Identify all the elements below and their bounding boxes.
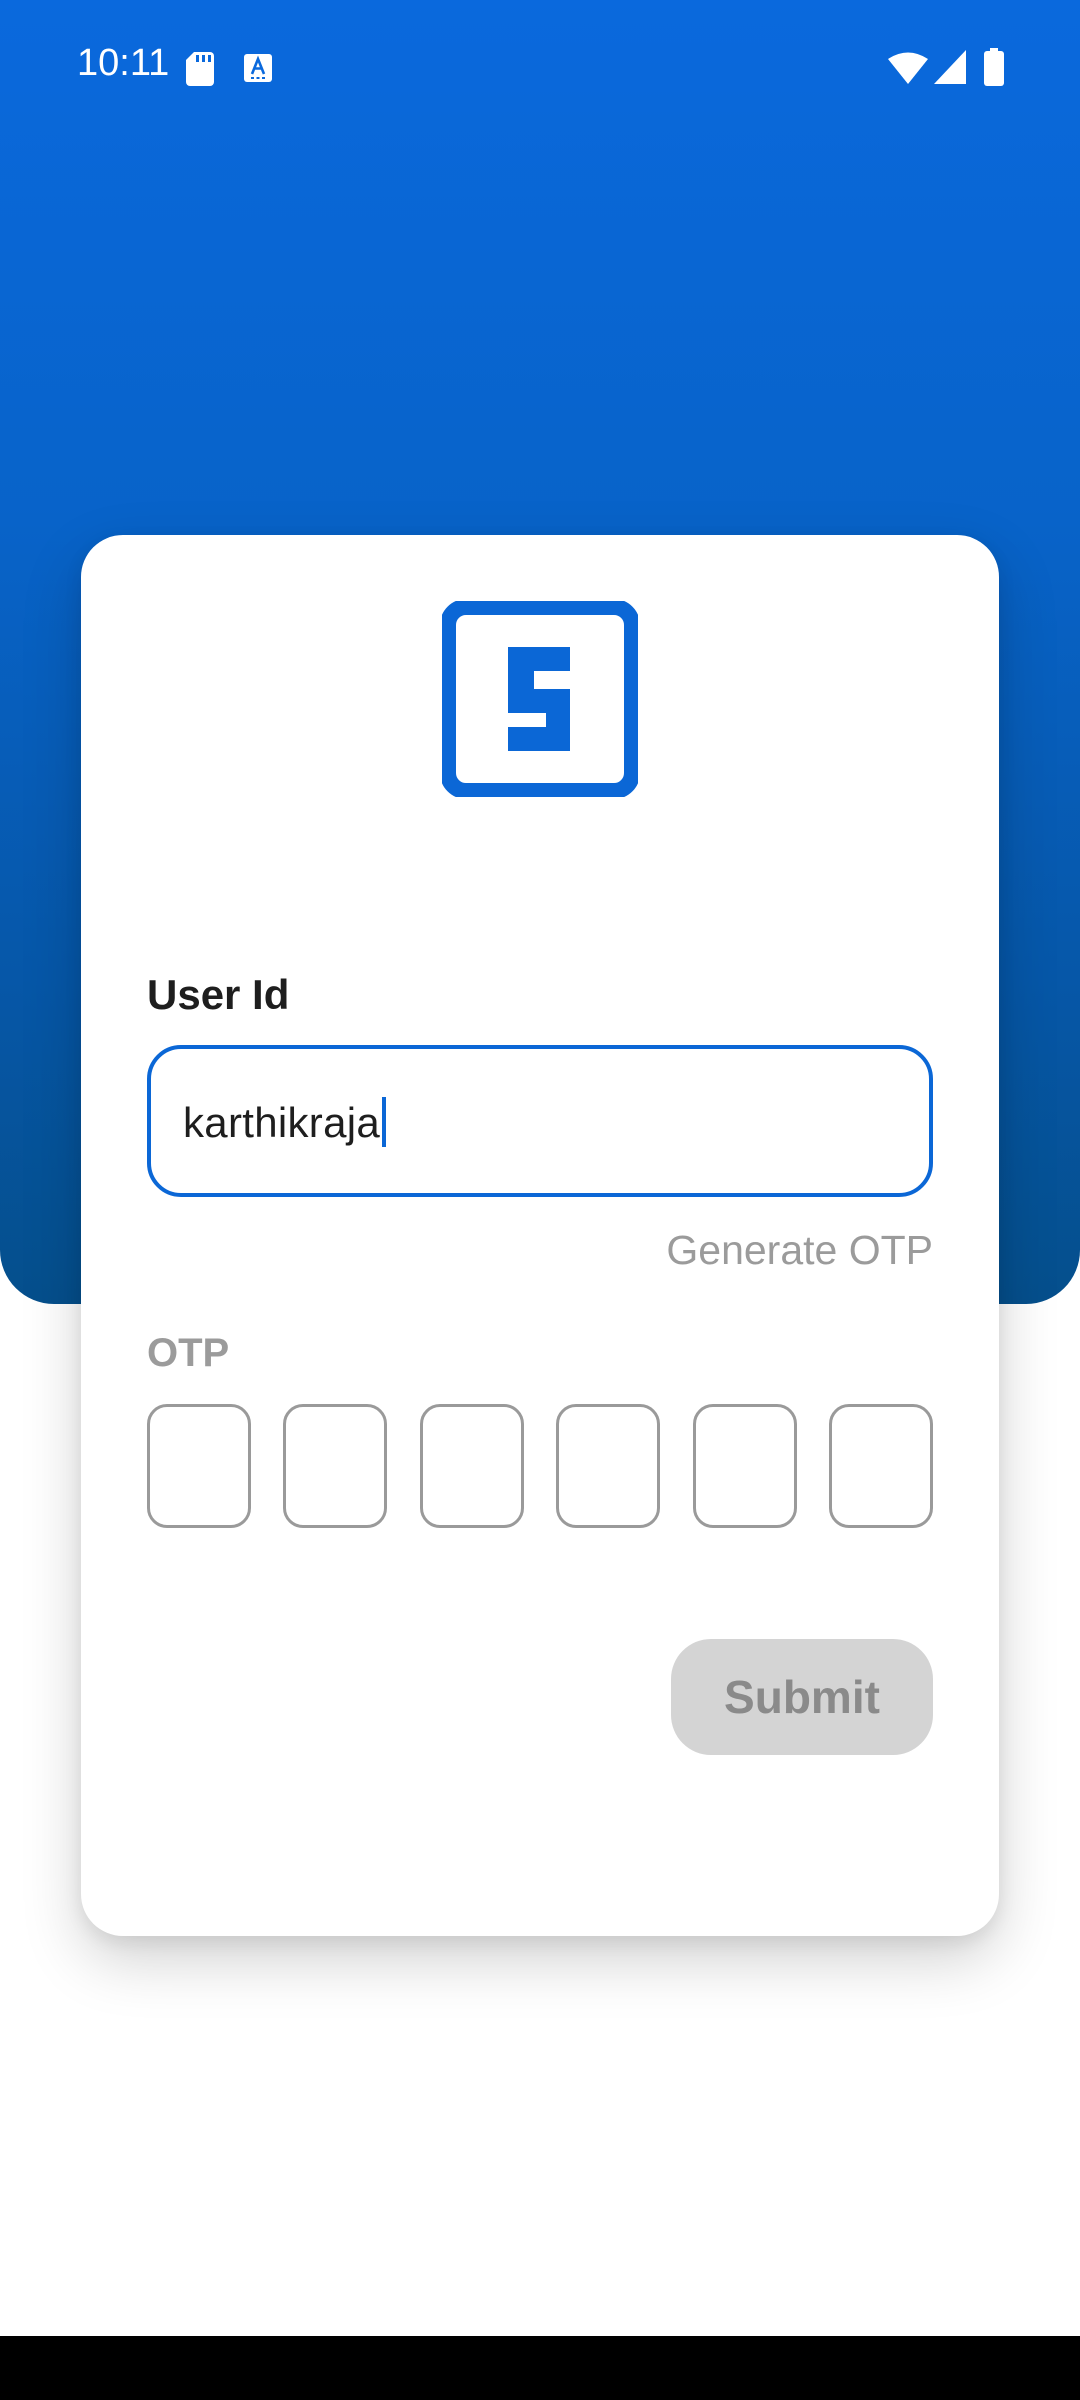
user-id-label: User Id <box>147 971 290 1018</box>
wifi-icon <box>888 52 928 84</box>
login-card: User Id karthikraja Generate OTP OTP Sub… <box>81 535 999 1936</box>
otp-digit-5[interactable] <box>692 1404 797 1528</box>
signal-icon <box>934 50 966 84</box>
otp-digit-4[interactable] <box>556 1404 661 1528</box>
otp-digit-1[interactable] <box>147 1404 251 1528</box>
submit-button[interactable]: Submit <box>671 1639 933 1755</box>
home-gesture-handle[interactable] <box>397 2252 683 2264</box>
text-caret <box>382 1097 387 1147</box>
sd-card-icon <box>186 52 214 86</box>
user-id-input[interactable]: karthikraja <box>147 1045 933 1197</box>
user-id-text: karthikraja <box>183 1099 381 1146</box>
user-id-value: karthikraja <box>183 1097 387 1147</box>
otp-digit-2[interactable] <box>283 1404 388 1528</box>
s-logo-icon <box>442 601 638 797</box>
otp-digit-3[interactable] <box>419 1404 524 1528</box>
navigation-bar <box>0 2336 1080 2400</box>
generate-otp-link[interactable]: Generate OTP <box>666 1227 933 1274</box>
status-bar: 10:11 <box>0 0 1080 135</box>
text-input-icon <box>244 54 272 82</box>
otp-digit-6[interactable] <box>828 1404 933 1528</box>
battery-icon <box>984 48 1004 86</box>
status-time: 10:11 <box>77 42 170 84</box>
otp-input-group <box>147 1404 933 1528</box>
otp-label: OTP <box>147 1331 230 1375</box>
